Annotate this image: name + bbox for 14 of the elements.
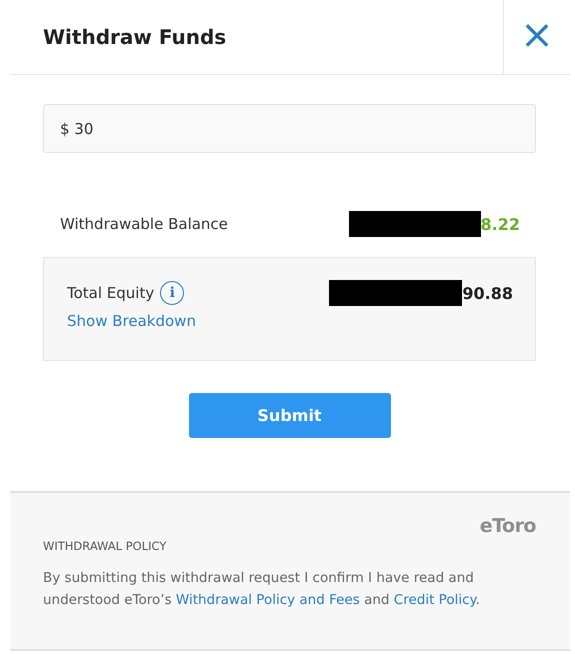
equity-label: Total Equity xyxy=(67,284,154,302)
info-icon[interactable]: i xyxy=(160,281,184,305)
amount-field[interactable]: $ 30 xyxy=(43,104,536,153)
policy-link[interactable]: Credit Policy xyxy=(394,592,476,608)
policy-link[interactable]: Withdrawal Policy and Fees xyxy=(176,592,360,608)
equity-value: 90.88 xyxy=(462,284,513,302)
balance-label: Withdrawable Balance xyxy=(60,215,229,233)
submit-button[interactable]: Submit xyxy=(188,393,390,438)
logo: eToro xyxy=(480,515,536,537)
show-breakdown-link[interactable]: Show Breakdown xyxy=(67,312,196,330)
policy-text: By submitting this withdrawal request I confirm I have read and understood eToro’s Withdrawal Policy and Fees and Credit Policy. xyxy=(43,569,481,610)
policy-heading: WITHDRAWAL POLICY xyxy=(43,539,168,553)
balance-value: 8.22 xyxy=(480,214,520,234)
dialog-title: Withdraw Funds xyxy=(42,24,228,51)
